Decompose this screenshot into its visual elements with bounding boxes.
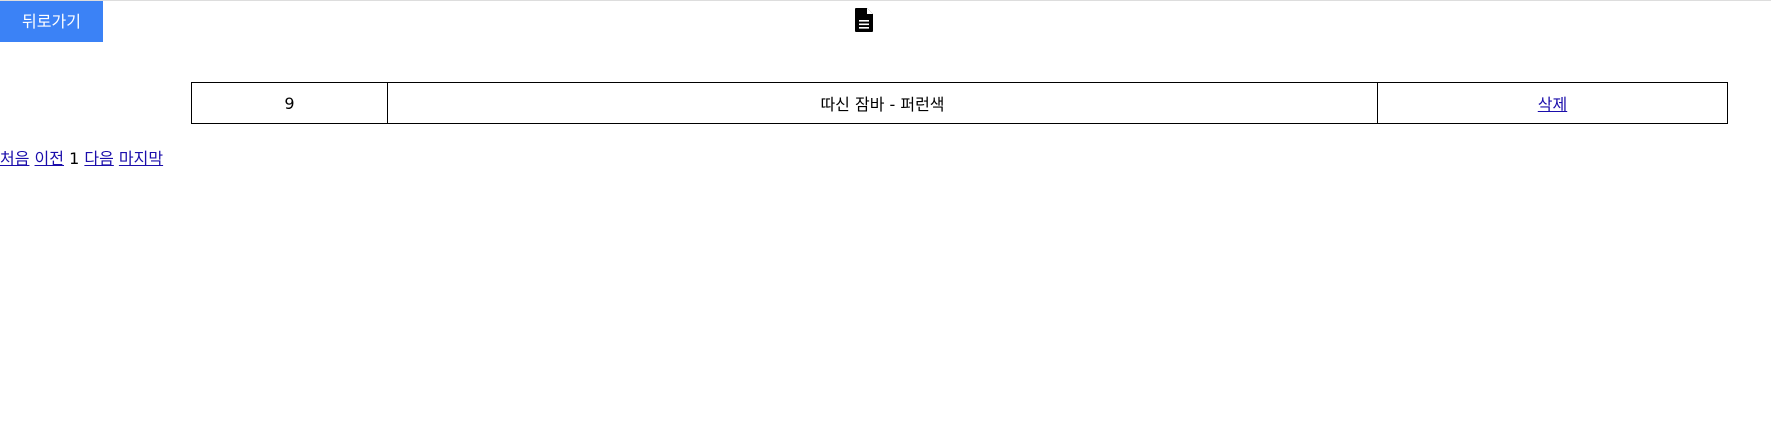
item-table: 9 따신 잠바 - 퍼런색 삭제 [191, 82, 1728, 124]
document-icon [855, 8, 873, 32]
current-page: 1 [69, 149, 80, 168]
prev-page-link[interactable]: 이전 [35, 149, 64, 168]
last-page-link[interactable]: 마지막 [119, 149, 163, 168]
item-name-cell: 따신 잠바 - 퍼런색 [387, 82, 1378, 124]
item-action-cell: 삭제 [1377, 82, 1728, 124]
top-divider [0, 0, 1771, 1]
table-row: 9 따신 잠바 - 퍼런색 삭제 [191, 82, 1728, 124]
pagination: 처음 이전 1 다음 마지막 [0, 145, 163, 169]
next-page-link[interactable]: 다음 [84, 149, 113, 168]
delete-link[interactable]: 삭제 [1538, 95, 1567, 114]
first-page-link[interactable]: 처음 [0, 149, 29, 168]
item-id-cell: 9 [191, 82, 388, 124]
back-button[interactable]: 뒤로가기 [0, 1, 103, 42]
